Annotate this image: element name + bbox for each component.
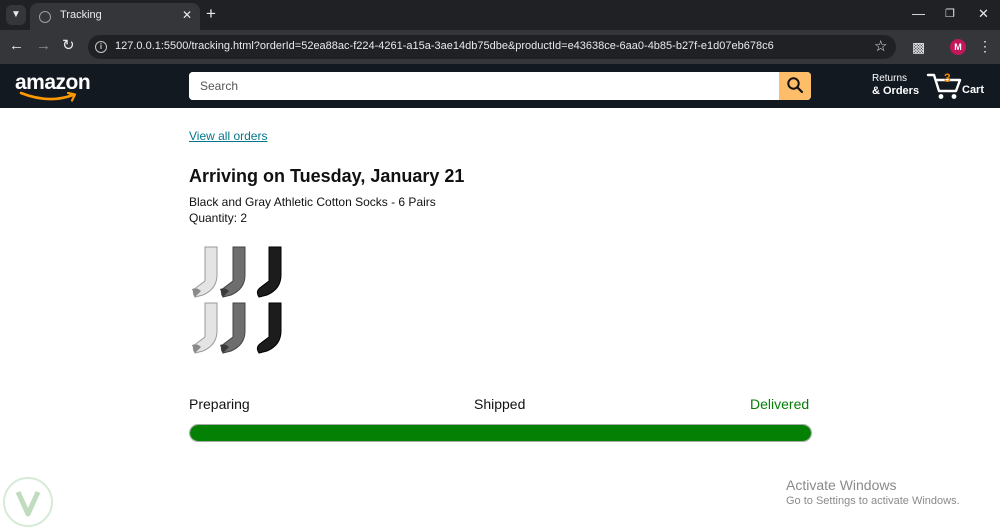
site-info-icon[interactable]: i <box>95 41 107 53</box>
product-quantity: Quantity: 2 <box>189 211 248 225</box>
extensions-puzzle-icon[interactable]: ▩ <box>912 39 925 55</box>
close-tab-icon[interactable]: ✕ <box>182 8 192 22</box>
browser-toolbar: ← → ↻ i 127.0.0.1:5500/tracking.html?ord… <box>0 30 1000 64</box>
bookmark-star-icon[interactable]: ☆ <box>874 37 887 55</box>
product-image <box>192 246 282 354</box>
cart-count-badge: 3 <box>944 71 951 85</box>
tab-list-chevron-icon[interactable]: ▼ <box>6 5 26 25</box>
search-button[interactable] <box>779 72 811 100</box>
address-bar[interactable]: i 127.0.0.1:5500/tracking.html?orderId=5… <box>88 35 896 59</box>
cart-link[interactable]: 3 Cart <box>926 69 988 103</box>
status-preparing: Preparing <box>189 396 250 412</box>
browser-tabstrip: ▼ Tracking ✕ + — ❐ ✕ <box>0 0 1000 30</box>
minimize-icon[interactable]: — <box>912 6 925 22</box>
progress-bar <box>189 424 812 442</box>
reload-icon[interactable]: ↻ <box>62 38 75 54</box>
cart-label: Cart <box>962 84 985 96</box>
search-input[interactable] <box>189 72 779 100</box>
restore-icon[interactable]: ❐ <box>945 6 955 22</box>
globe-icon <box>39 11 51 23</box>
url-text[interactable]: 127.0.0.1:5500/tracking.html?orderId=52e… <box>115 40 774 52</box>
activate-windows-subtitle: Go to Settings to activate Windows. <box>786 495 960 507</box>
amazon-logo[interactable]: amazon <box>15 71 95 103</box>
search-bar <box>189 72 811 100</box>
profile-avatar[interactable]: M <box>950 39 966 55</box>
browser-menu-icon[interactable]: ⋮ <box>978 38 992 54</box>
search-icon <box>787 76 804 93</box>
window-close-icon[interactable]: ✕ <box>978 6 989 22</box>
progress-bar-fill <box>190 425 811 441</box>
tab-title: Tracking <box>60 9 102 21</box>
activate-windows-title: Activate Windows <box>786 477 897 493</box>
site-header: amazon Returns & Orders 3 Cart <box>0 64 1000 108</box>
returns-label: Returns <box>872 73 908 84</box>
returns-and-orders-link[interactable]: Returns & Orders <box>872 73 919 97</box>
amazon-smile-icon <box>19 91 77 102</box>
corner-logo-icon <box>3 477 53 527</box>
product-name: Black and Gray Athletic Cotton Socks - 6… <box>189 195 436 209</box>
status-delivered: Delivered <box>750 396 810 412</box>
browser-tab[interactable]: Tracking ✕ <box>30 3 200 30</box>
status-shipped: Shipped <box>474 396 526 412</box>
delivery-date-heading: Arriving on Tuesday, January 21 <box>189 166 465 186</box>
view-all-orders-link[interactable]: View all orders <box>189 129 267 143</box>
back-arrow-icon[interactable]: ← <box>9 38 24 54</box>
new-tab-plus-icon[interactable]: + <box>206 4 216 24</box>
orders-label: & Orders <box>872 85 920 97</box>
forward-arrow-icon[interactable]: → <box>36 38 51 54</box>
